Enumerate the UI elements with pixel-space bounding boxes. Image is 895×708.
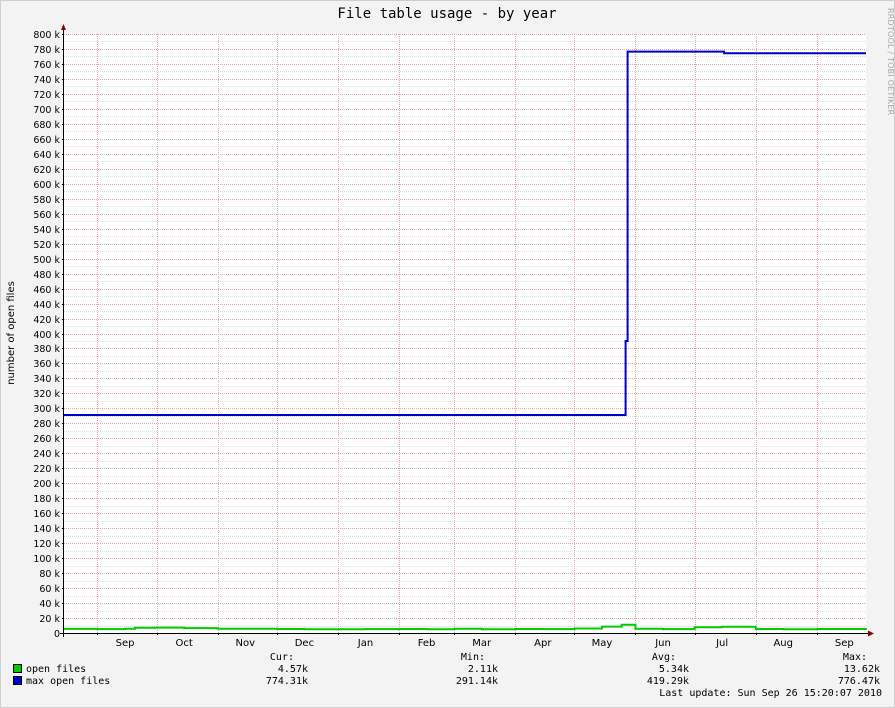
legend-item-max-open-files: max open files	[13, 675, 111, 688]
y-tick-label: 120 k	[33, 539, 60, 550]
x-tick-label: Jan	[357, 638, 373, 649]
x-tick-label: Sep	[116, 638, 135, 649]
x-tick-label: Dec	[295, 638, 314, 649]
y-tick-label: 640 k	[33, 150, 60, 161]
y-tick-label: 100 k	[33, 554, 60, 565]
y-tick-label: 140 k	[33, 524, 60, 535]
stat-max-open-files-avg: 419.29k	[646, 676, 689, 687]
x-tick-label: Jul	[715, 638, 728, 649]
y-tick-label: 720 k	[33, 90, 60, 101]
stat-open-files-max: 13.62k	[843, 664, 880, 675]
stat-max-open-files-cur: 774.31k	[265, 676, 308, 687]
y-tick-label: 740 k	[33, 75, 60, 86]
watermark: RRDTOOL / TOBI OETIKER	[886, 8, 895, 116]
x-tick-label: May	[592, 638, 613, 649]
stat-header-cur: Cur:	[269, 652, 294, 663]
x-axis-arrow	[868, 630, 874, 637]
y-tick-label: 540 k	[33, 225, 60, 236]
stat-open-files-avg: 5.34k	[658, 664, 689, 675]
y-tick-label: 480 k	[33, 270, 60, 281]
last-update: Last update: Sun Sep 26 15:20:07 2010	[659, 688, 882, 699]
y-axis-arrow	[61, 24, 66, 30]
stat-max-open-files-min: 291.14k	[455, 676, 498, 687]
legend-label: max open files	[26, 676, 111, 687]
y-tick-label: 700 k	[33, 105, 60, 116]
y-tick-label: 280 k	[33, 419, 60, 430]
y-tick-label: 180 k	[33, 494, 60, 505]
y-tick-label: 760 k	[33, 60, 60, 71]
y-tick-label: 660 k	[33, 135, 60, 146]
stat-max-open-files-max: 776.47k	[837, 676, 880, 687]
y-tick-label: 680 k	[33, 120, 60, 131]
y-tick-label: 460 k	[33, 285, 60, 296]
x-tick-label: Apr	[534, 638, 552, 649]
x-tick-label: Nov	[236, 638, 256, 649]
y-tick-label: 360 k	[33, 359, 60, 370]
x-tick-label: Oct	[176, 638, 193, 649]
x-tick-labels: Sep Oct Nov Dec Jan Feb Mar Apr May Jun Jul Aug Sep	[116, 638, 854, 649]
y-tick-label: 520 k	[33, 240, 60, 251]
x-tick-label: Sep	[835, 638, 854, 649]
stat-open-files-min: 2.11k	[467, 664, 498, 675]
stat-header-max: Max:	[842, 652, 867, 663]
y-tick-label: 300 k	[33, 404, 60, 415]
stat-header-avg: Avg:	[651, 652, 676, 663]
chart-area: 0 20 k 40 k 60 k 80 k 100 k 120 k 140 k 160 k 180…	[6, 6, 874, 649]
x-tick-label: Mar	[472, 638, 492, 649]
y-tick-label: 560 k	[33, 210, 60, 221]
y-tick-label: 220 k	[33, 464, 60, 475]
y-tick-labels: 0 20 k 40 k 60 k 80 k 100 k 120 k 140 k 160 k 180…	[33, 30, 60, 640]
x-tick-label: Aug	[773, 638, 793, 649]
stat-header-min: Min:	[460, 652, 485, 663]
y-tick-label: 440 k	[33, 300, 60, 311]
y-tick-label: 340 k	[33, 374, 60, 385]
legend-swatch-green	[13, 663, 22, 673]
legend-label: open files	[26, 664, 87, 675]
y-tick-label: 60 k	[39, 584, 60, 595]
x-tick-label: Jun	[654, 638, 671, 649]
y-tick-label: 380 k	[33, 344, 60, 355]
y-tick-label: 780 k	[33, 45, 60, 56]
y-tick-label: 580 k	[33, 195, 60, 206]
y-tick-label: 20 k	[39, 614, 60, 625]
y-tick-label: 160 k	[33, 509, 60, 520]
legend-swatch-blue	[13, 675, 22, 685]
y-tick-label: 620 k	[33, 165, 60, 176]
y-tick-label: 320 k	[33, 389, 60, 400]
y-tick-label: 600 k	[33, 180, 60, 191]
y-tick-label: 500 k	[33, 255, 60, 266]
legend-item-open-files: open files	[13, 663, 87, 676]
stat-open-files-cur: 4.57k	[277, 664, 308, 675]
y-tick-label: 240 k	[33, 449, 60, 460]
y-tick-label: 420 k	[33, 315, 60, 326]
y-tick-label: 260 k	[33, 434, 60, 445]
y-tick-label: 400 k	[33, 330, 60, 341]
y-tick-label: 40 k	[39, 599, 60, 610]
y-tick-label: 80 k	[39, 569, 60, 580]
x-tick-label: Feb	[418, 638, 436, 649]
chart-title: File table usage - by year	[337, 6, 556, 22]
y-tick-label: 0	[54, 629, 60, 640]
y-tick-label: 200 k	[33, 479, 60, 490]
y-tick-label: 800 k	[33, 30, 60, 41]
y-axis-label: number of open files	[6, 281, 17, 385]
